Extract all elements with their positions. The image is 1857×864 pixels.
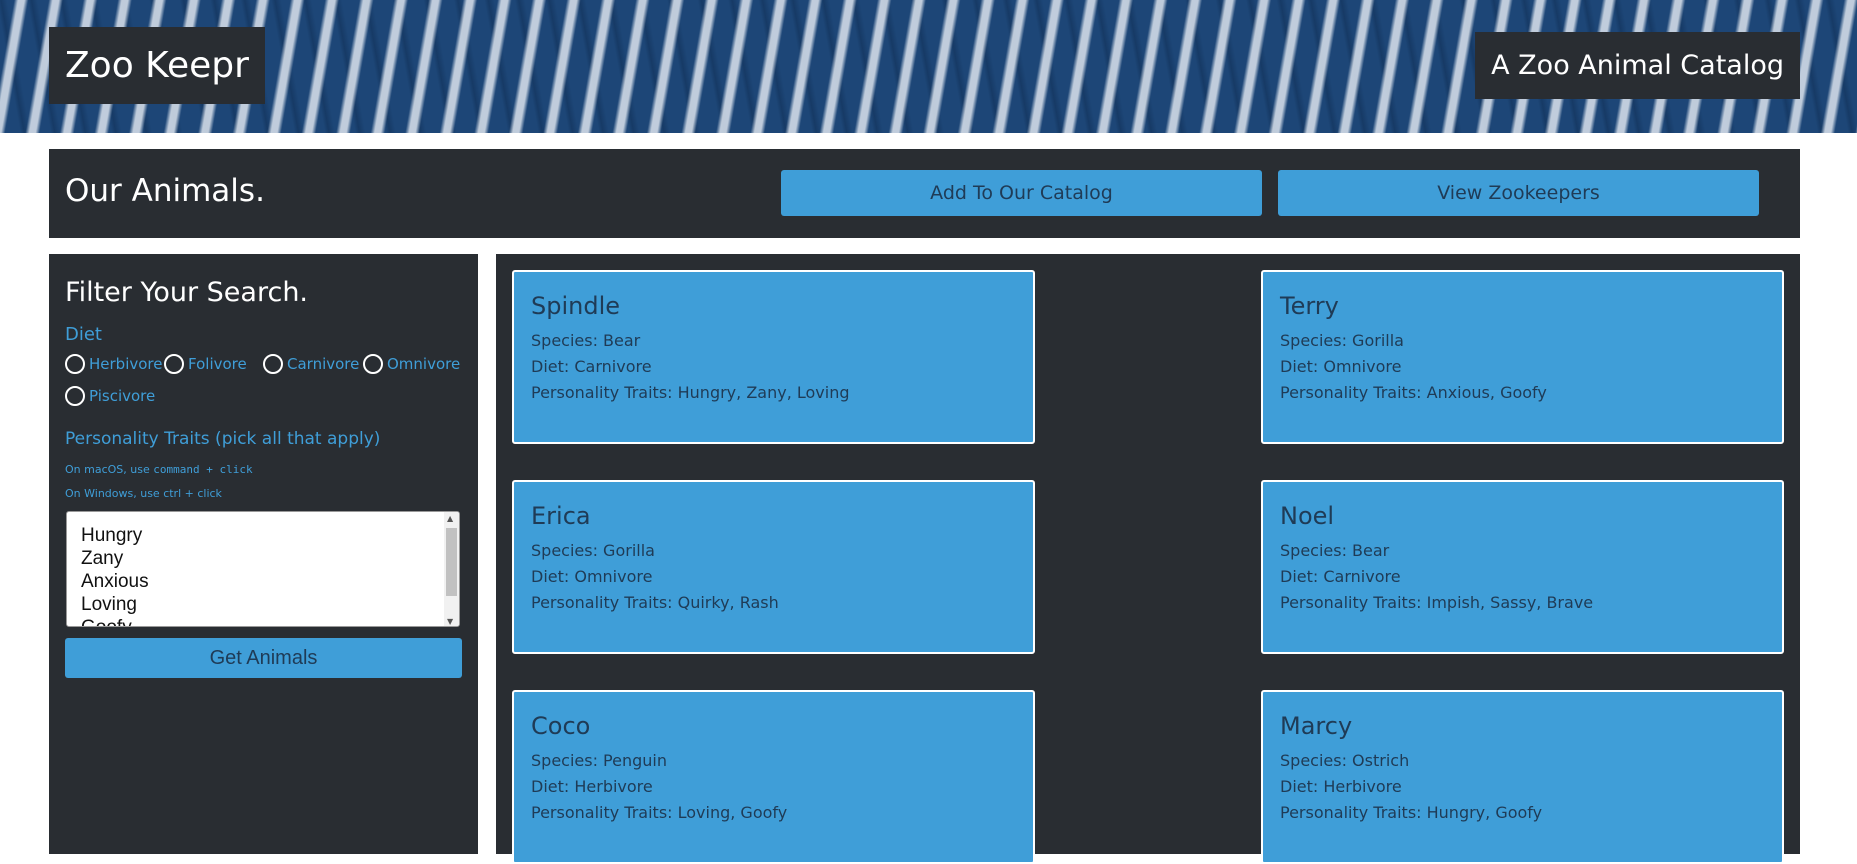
animal-card: Marcy Species: Ostrich Diet: Herbivore P… [1261, 690, 1784, 864]
animal-traits: Personality Traits: Impish, Sassy, Brave [1280, 593, 1594, 612]
traits-multiselect[interactable]: Hungry Zany Anxious Loving Goofy ▲ ▼ [66, 511, 460, 627]
brand-logo[interactable]: Zoo Keepr [49, 27, 265, 104]
animal-card: Terry Species: Gorilla Diet: Omnivore Pe… [1261, 270, 1784, 444]
traits-options: Hungry Zany Anxious Loving Goofy [67, 524, 445, 626]
radio-folivore[interactable] [164, 354, 184, 374]
animal-card: Noel Species: Bear Diet: Carnivore Perso… [1261, 480, 1784, 654]
trait-option-anxious[interactable]: Anxious [67, 570, 445, 593]
traits-label: Personality Traits (pick all that apply) [65, 429, 381, 449]
trait-option-hungry[interactable]: Hungry [67, 524, 445, 547]
animal-diet: Diet: Omnivore [531, 567, 653, 586]
diet-option-omnivore[interactable]: Omnivore [363, 354, 460, 374]
animal-diet: Diet: Herbivore [531, 777, 653, 796]
animal-name: Erica [531, 502, 591, 530]
hint-macos-text: On macOS, use [65, 463, 154, 476]
trait-option-zany[interactable]: Zany [67, 547, 445, 570]
filter-sidebar: Filter Your Search. Diet Herbivore Foliv… [49, 254, 478, 854]
radio-piscivore[interactable] [65, 386, 85, 406]
hint-macos: On macOS, use command + click [65, 463, 253, 476]
diet-option-label: Carnivore [287, 355, 360, 373]
diet-option-label: Folivore [188, 355, 247, 373]
animal-species: Species: Gorilla [531, 541, 655, 560]
diet-option-herbivore[interactable]: Herbivore [65, 354, 162, 374]
animal-species: Species: Gorilla [1280, 331, 1404, 350]
animal-traits: Personality Traits: Hungry, Goofy [1280, 803, 1543, 822]
trait-option-goofy[interactable]: Goofy [67, 616, 445, 626]
animal-card: Coco Species: Penguin Diet: Herbivore Pe… [512, 690, 1035, 864]
animal-card: Spindle Species: Bear Diet: Carnivore Pe… [512, 270, 1035, 444]
animal-name: Terry [1280, 292, 1339, 320]
traits-scrollbar[interactable]: ▲ ▼ [444, 512, 459, 626]
animal-diet: Diet: Herbivore [1280, 777, 1402, 796]
diet-label: Diet [65, 324, 102, 345]
diet-option-label: Herbivore [89, 355, 163, 373]
header-tagline: A Zoo Animal Catalog [1475, 32, 1800, 99]
section-header: Our Animals. Add To Our Catalog View Zoo… [49, 149, 1800, 238]
animal-traits: Personality Traits: Anxious, Goofy [1280, 383, 1547, 402]
diet-option-label: Piscivore [89, 387, 156, 405]
scroll-up-icon[interactable]: ▲ [447, 514, 453, 523]
filter-title: Filter Your Search. [65, 277, 309, 308]
animal-species: Species: Penguin [531, 751, 667, 770]
animal-species: Species: Bear [531, 331, 641, 350]
radio-omnivore[interactable] [363, 354, 383, 374]
animal-diet: Diet: Carnivore [1280, 567, 1401, 586]
animal-name: Coco [531, 712, 591, 740]
header-banner: Zoo Keepr A Zoo Animal Catalog [0, 0, 1857, 133]
get-animals-button[interactable]: Get Animals [65, 638, 462, 678]
scrollbar-thumb[interactable] [446, 528, 457, 596]
animal-name: Spindle [531, 292, 621, 320]
animal-species: Species: Ostrich [1280, 751, 1410, 770]
page-title: Our Animals. [65, 173, 265, 209]
add-to-catalog-button[interactable]: Add To Our Catalog [781, 170, 1262, 216]
hint-windows: On Windows, use ctrl + click [65, 487, 222, 500]
animal-traits: Personality Traits: Loving, Goofy [531, 803, 788, 822]
diet-option-label: Omnivore [387, 355, 461, 373]
scroll-down-icon[interactable]: ▼ [447, 617, 453, 626]
diet-option-carnivore[interactable]: Carnivore [263, 354, 359, 374]
radio-carnivore[interactable] [263, 354, 283, 374]
animal-traits: Personality Traits: Quirky, Rash [531, 593, 779, 612]
diet-option-piscivore[interactable]: Piscivore [65, 386, 155, 406]
animal-diet: Diet: Carnivore [531, 357, 652, 376]
diet-option-folivore[interactable]: Folivore [164, 354, 247, 374]
animal-traits: Personality Traits: Hungry, Zany, Loving [531, 383, 850, 402]
animal-diet: Diet: Omnivore [1280, 357, 1402, 376]
animal-species: Species: Bear [1280, 541, 1390, 560]
hint-macos-code: command + click [153, 463, 253, 476]
animal-name: Noel [1280, 502, 1335, 530]
trait-option-loving[interactable]: Loving [67, 593, 445, 616]
animals-panel: Spindle Species: Bear Diet: Carnivore Pe… [496, 254, 1800, 864]
view-zookeepers-button[interactable]: View Zookeepers [1278, 170, 1759, 216]
radio-herbivore[interactable] [65, 354, 85, 374]
animal-card: Erica Species: Gorilla Diet: Omnivore Pe… [512, 480, 1035, 654]
animal-name: Marcy [1280, 712, 1353, 740]
